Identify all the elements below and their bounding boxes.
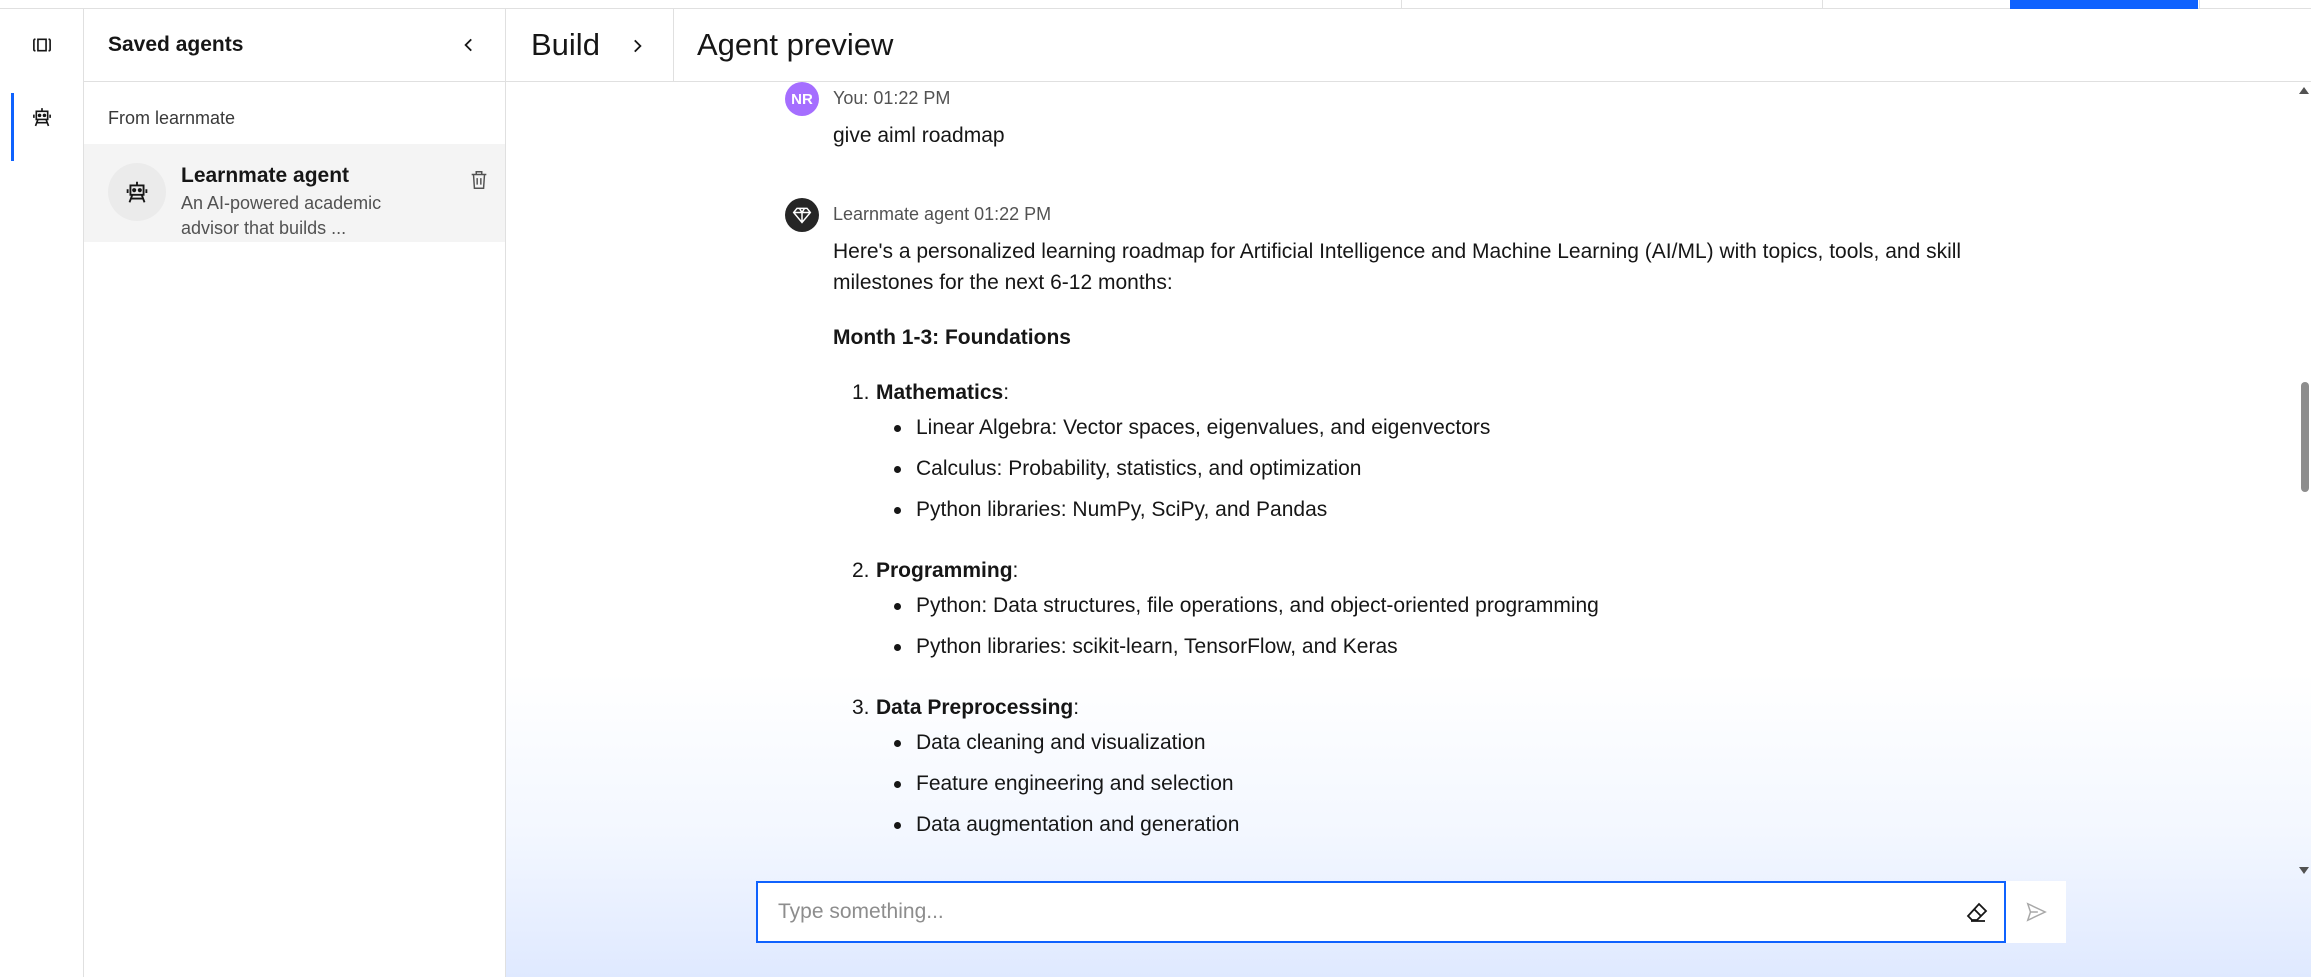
chat-area: NR You: 01:22 PM give aiml roadmap Learn…	[506, 82, 2311, 977]
left-rail	[0, 9, 84, 977]
build-tab[interactable]: Build	[531, 27, 600, 63]
roadmap-bullets: Data cleaning and visualization Feature e…	[852, 727, 1963, 840]
message-composer	[756, 881, 2006, 943]
roadmap-item-heading: 2. Programming:	[852, 555, 1963, 586]
eraser-icon	[1966, 902, 1988, 922]
roadmap-item-title: Data Preprocessing	[876, 696, 1074, 719]
top-primary-button[interactable]	[2010, 0, 2198, 9]
roadmap-item-title: Programming	[876, 559, 1013, 582]
agent-description: An AI-powered academic advisor that buil…	[181, 193, 382, 238]
send-button[interactable]	[2006, 881, 2066, 943]
list-item: Python: Data structures, file operations…	[894, 590, 1963, 621]
top-strip	[0, 0, 2311, 9]
roadmap-item: 1. Mathematics: Linear Algebra: Vector spa…	[852, 377, 1963, 525]
diamond-icon	[792, 207, 812, 224]
trash-icon	[471, 171, 487, 189]
list-item: Linear Algebra: Vector spaces, eigenvalu…	[894, 412, 1963, 443]
chevron-right-icon	[634, 39, 642, 53]
saved-agent-card[interactable]: Learnmate agent An AI-powered academic a…	[84, 144, 505, 242]
message-meta: Learnmate agent 01:22 PM	[833, 204, 1052, 224]
list-item: Feature engineering and selection	[894, 768, 1963, 799]
list-item: Data augmentation and generation	[894, 809, 1963, 840]
roadmap-item: 2. Programming: Python: Data structures, f…	[852, 555, 1963, 662]
robot-icon	[126, 181, 148, 203]
roadmap-item: 3. Data Preprocessing: Data cleaning and v…	[852, 692, 1963, 840]
agent-preview-header: Agent preview	[674, 9, 2311, 82]
panel-layout-icon	[33, 38, 51, 52]
roadmap-item-heading: 3. Data Preprocessing:	[852, 692, 1963, 723]
saved-agents-header: Saved agents	[84, 9, 505, 82]
message-text: give aiml roadmap	[833, 124, 1005, 147]
rail-agents-button[interactable]	[0, 85, 84, 161]
build-header: Build	[506, 9, 674, 82]
message-meta: You: 01:22 PM	[833, 88, 951, 108]
collapse-panel-button[interactable]	[457, 33, 481, 57]
agent-avatar	[108, 163, 166, 221]
roadmap-bullets: Python: Data structures, file operations…	[852, 590, 1963, 662]
list-item: Calculus: Probability, statistics, and o…	[894, 453, 1963, 484]
scroll-up-arrow[interactable]	[2299, 87, 2309, 94]
roadmap-item-heading: 1. Mathematics:	[852, 377, 1963, 408]
build-expand-button[interactable]	[624, 33, 650, 59]
scroll-down-arrow[interactable]	[2299, 867, 2309, 874]
saved-agents-panel: Saved agents From learnmate Learnmate ag…	[84, 9, 506, 977]
roadmap-item-title: Mathematics	[876, 381, 1004, 404]
list-item: Python libraries: scikit-learn, TensorFl…	[894, 631, 1963, 662]
roadmap-item-number: 2.	[852, 559, 870, 582]
section-heading: Month 1-3: Foundations	[833, 326, 1071, 349]
chat-scrollbar[interactable]	[2297, 82, 2311, 882]
clear-input-button[interactable]	[1964, 899, 1990, 925]
top-strip-divider	[1401, 0, 1402, 9]
page-title: Agent preview	[697, 27, 894, 62]
roadmap-list: 1. Mathematics: Linear Algebra: Vector spa…	[833, 377, 1963, 840]
list-item: Data cleaning and visualization	[894, 727, 1963, 758]
top-strip-divider	[1822, 0, 1823, 9]
avatar: NR	[785, 82, 819, 116]
message-input[interactable]	[778, 883, 1928, 941]
saved-agents-title: Saved agents	[108, 33, 244, 56]
message-intro: Here's a personalized learning roadmap f…	[833, 240, 1962, 294]
top-strip-divider	[2199, 0, 2200, 9]
send-icon	[2026, 902, 2047, 922]
agent-avatar	[785, 198, 819, 232]
message-text: Here's a personalized learning roadmap f…	[833, 236, 1963, 870]
chevron-left-icon	[464, 38, 472, 52]
roadmap-item-number: 1.	[852, 381, 870, 404]
roadmap-item-number: 3.	[852, 696, 870, 719]
scroll-thumb[interactable]	[2301, 382, 2309, 492]
robot-icon	[33, 108, 51, 127]
list-item: Python libraries: NumPy, SciPy, and Pand…	[894, 494, 1963, 525]
roadmap-bullets: Linear Algebra: Vector spaces, eigenvalu…	[852, 412, 1963, 525]
agent-name: Learnmate agent	[181, 164, 350, 187]
rail-layout-button[interactable]	[0, 13, 84, 77]
delete-agent-button[interactable]	[465, 166, 493, 194]
